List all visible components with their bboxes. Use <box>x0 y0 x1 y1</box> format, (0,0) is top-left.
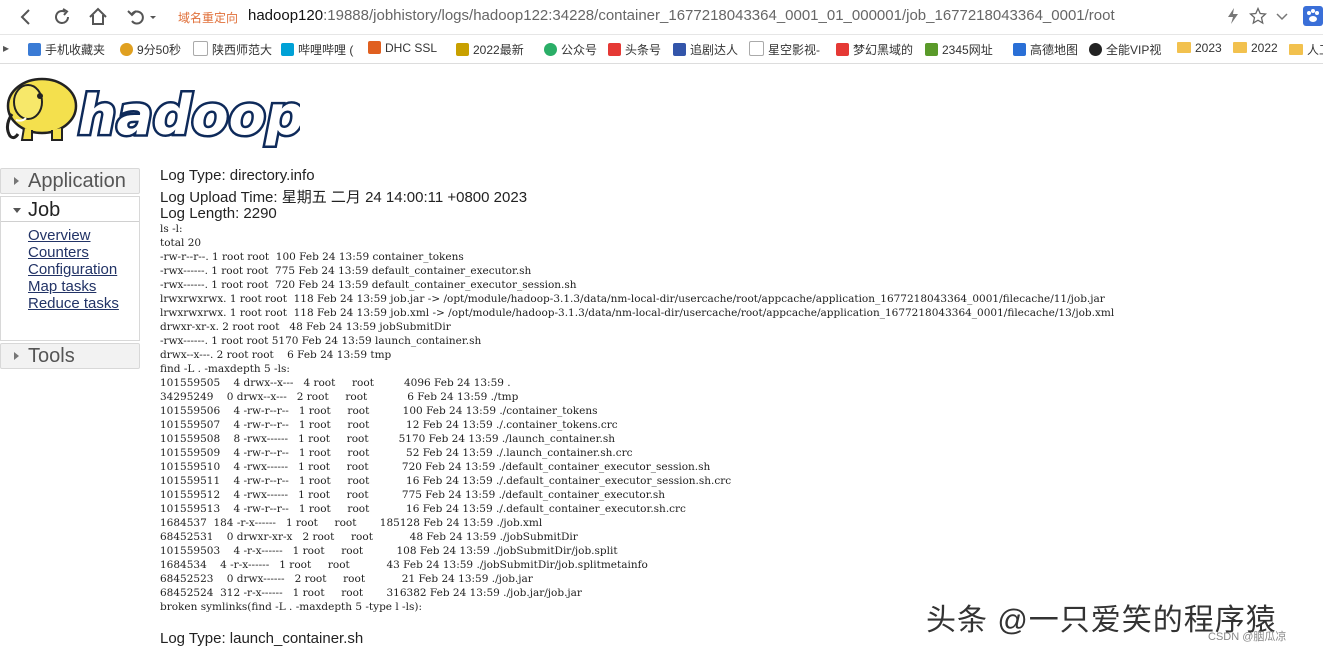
expand-arrow-icon <box>14 177 19 185</box>
nav-tools-label: Tools <box>28 345 75 367</box>
bookmark-item[interactable]: 梦幻黑域的 <box>836 41 913 58</box>
bookmark-folder[interactable]: 人工 <box>1289 41 1323 58</box>
star-icon[interactable] <box>1248 6 1268 30</box>
nav-link-reduce-tasks[interactable]: Reduce tasks <box>28 295 119 312</box>
nav-tools[interactable]: Tools <box>0 343 140 369</box>
tv-icon <box>673 43 686 56</box>
phone-bookmark-icon <box>28 43 41 56</box>
folder-icon <box>1177 42 1191 53</box>
hadoop-logo: hadoop <box>0 70 307 150</box>
bookmark-item[interactable]: 2022最新 <box>456 41 524 58</box>
log-type: Log Type: directory.info <box>160 167 315 184</box>
nav-link-map-tasks[interactable]: Map tasks <box>28 278 96 295</box>
bookmark-item[interactable]: 手机收藏夹 <box>28 41 105 58</box>
expand-arrow-icon <box>14 352 19 360</box>
bookmark-item[interactable]: 高德地图 <box>1013 41 1078 58</box>
c-icon <box>836 43 849 56</box>
map-arrow-icon <box>1013 43 1026 56</box>
trophy-icon <box>120 43 133 56</box>
bookmarks-bar: ▸ 手机收藏夹 9分50秒 陕西师范大 哔哩哔哩 ( DHC SSL 2022最… <box>0 35 1323 64</box>
vip-icon <box>1089 43 1102 56</box>
url-path: :19888/jobhistory/logs/hadoop122:34228/c… <box>323 7 1115 24</box>
log-upload-time: Log Upload Time: 星期五 二月 24 14:00:11 +080… <box>160 189 528 206</box>
nav-job-panel: Job Overview Counters Configuration Map … <box>0 196 140 341</box>
paw-icon[interactable] <box>1303 6 1323 31</box>
log-content: ls -l: total 20 -rw-r--r--. 1 root root … <box>160 223 1115 613</box>
bookmark-folder[interactable]: 2022 <box>1233 41 1278 55</box>
logo-text: hadoop <box>78 84 300 147</box>
bookmark-item[interactable]: DHC SSL <box>368 41 437 55</box>
page-icon <box>749 41 764 56</box>
bookmark-item[interactable]: 星空影视- <box>749 41 820 58</box>
back-icon[interactable] <box>14 5 38 29</box>
csdn-watermark: CSDN @胭瓜凉 <box>1208 631 1287 643</box>
address-bar[interactable]: hadoop120:19888/jobhistory/logs/hadoop12… <box>248 7 1115 24</box>
bookmark-item[interactable]: 公众号 <box>544 41 597 58</box>
bookmark-folder[interactable]: 2023 <box>1177 41 1222 55</box>
bilibili-icon <box>281 43 294 56</box>
next-log-type: Log Type: launch_container.sh <box>160 630 364 647</box>
bookmark-item[interactable]: 9分50秒 <box>120 41 181 58</box>
bookmark-item[interactable]: 追剧达人 <box>673 41 738 58</box>
bookmark-item[interactable]: 全能VIP视 <box>1089 41 1161 58</box>
folder-icon <box>1233 42 1247 53</box>
nav-link-configuration[interactable]: Configuration <box>28 261 117 278</box>
home-icon[interactable] <box>86 5 110 29</box>
browser-toolbar: 域名重定向 hadoop120:19888/jobhistory/logs/ha… <box>0 0 1323 35</box>
url-host: hadoop120 <box>248 7 324 24</box>
toutiao-icon <box>608 43 621 56</box>
page-icon <box>193 41 208 56</box>
lightning-icon[interactable] <box>1226 7 1240 30</box>
nav-link-overview[interactable]: Overview <box>28 227 91 244</box>
nav-link-counters[interactable]: Counters <box>28 244 89 261</box>
bookmark-item[interactable]: 2345网址 <box>925 41 993 58</box>
nav-application-label: Application <box>28 170 126 192</box>
bookmark-item[interactable]: 头条号 <box>608 41 661 58</box>
news-icon <box>456 43 469 56</box>
bookmark-item[interactable]: 陕西师范大 <box>193 41 272 58</box>
chevron-down-icon[interactable] <box>1274 7 1290 30</box>
nav-application[interactable]: Application <box>0 168 140 194</box>
wechat-icon <box>544 43 557 56</box>
collapse-arrow-icon <box>13 208 21 213</box>
bookmarks-arrow-icon[interactable]: ▸ <box>3 41 9 55</box>
log-length: Log Length: 2290 <box>160 205 277 222</box>
redirect-label: 域名重定向 <box>178 11 239 25</box>
undo-history-icon[interactable] <box>124 5 160 29</box>
bookmark-item[interactable]: 哔哩哔哩 ( <box>281 41 353 58</box>
reload-icon[interactable] <box>50 5 74 29</box>
nav-job[interactable]: Job <box>1 198 139 222</box>
dhc-icon <box>368 41 381 54</box>
folder-icon <box>1289 44 1303 55</box>
2345-icon <box>925 43 938 56</box>
nav-job-label: Job <box>28 199 61 221</box>
